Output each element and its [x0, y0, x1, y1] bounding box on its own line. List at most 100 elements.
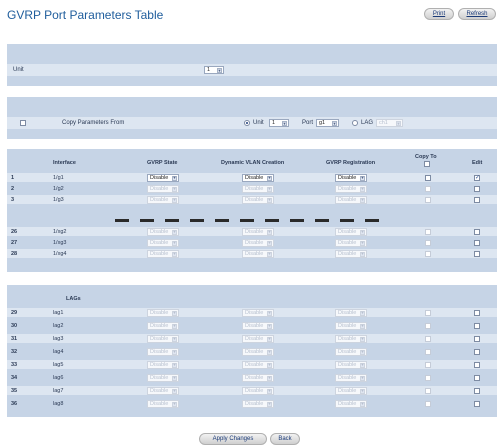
interface-name: 1/xg3	[53, 239, 67, 246]
copy-to-checkbox[interactable]	[425, 335, 431, 342]
gvrp-state-select[interactable]: Disable ▼	[147, 321, 179, 330]
gvrp-state-select[interactable]: Disable ▼	[147, 308, 179, 317]
dynamic-vlan-select[interactable]: Disable ▼	[242, 399, 274, 408]
dynamic-vlan-select[interactable]: Disable ▼	[242, 227, 274, 236]
dynamic-vlan-select[interactable]: Disable ▼	[242, 238, 274, 247]
dynamic-vlan-select-value: Disable	[245, 348, 264, 355]
gvrp-state-select[interactable]: Disable ▼	[147, 373, 179, 382]
gvrp-registration-select[interactable]: Disable ▼	[335, 308, 367, 317]
gvrp-registration-select[interactable]: Disable ▼	[335, 227, 367, 236]
back-button[interactable]: Back	[270, 433, 300, 445]
edit-checkbox[interactable]	[474, 309, 480, 316]
apply-changes-button[interactable]: Apply Changes	[199, 433, 267, 445]
dynamic-vlan-select[interactable]: Disable ▼	[242, 184, 274, 193]
dynamic-vlan-select[interactable]: Disable ▼	[242, 308, 274, 317]
copy-to-checkbox[interactable]	[425, 228, 431, 235]
edit-checkbox[interactable]	[474, 250, 480, 257]
gvrp-state-select-value: Disable	[150, 348, 169, 355]
dynamic-vlan-select-value: Disable	[245, 174, 264, 181]
interface-name: 1/g3	[53, 196, 64, 203]
gvrp-registration-select[interactable]: Disable ▼	[335, 360, 367, 369]
port-select[interactable]: g1 ▼	[316, 119, 339, 127]
gvrp-registration-select[interactable]: Disable ▼	[335, 334, 367, 343]
gvrp-registration-select[interactable]: Disable ▼	[335, 321, 367, 330]
chevron-down-icon: ▼	[172, 186, 177, 192]
edit-checkbox[interactable]	[474, 335, 480, 342]
dynamic-vlan-select[interactable]: Disable ▼	[242, 249, 274, 258]
dynamic-vlan-select[interactable]: Disable ▼	[242, 195, 274, 204]
gvrp-state-select[interactable]: Disable ▼	[147, 386, 179, 395]
print-button[interactable]: Print	[424, 8, 454, 20]
chevron-down-icon: ▼	[360, 336, 365, 342]
gvrp-state-select[interactable]: Disable ▼	[147, 360, 179, 369]
copy-to-checkbox[interactable]	[425, 174, 431, 181]
copy-unit-select[interactable]: 1 ▼	[269, 119, 289, 127]
edit-checkbox[interactable]	[474, 228, 480, 235]
dynamic-vlan-select[interactable]: Disable ▼	[242, 347, 274, 356]
dynamic-vlan-select[interactable]: Disable ▼	[242, 173, 274, 182]
unit-select[interactable]: 1 ▼	[204, 66, 224, 74]
chevron-down-icon: ▼	[172, 229, 177, 235]
edit-checkbox[interactable]	[474, 348, 480, 355]
edit-checkbox[interactable]	[474, 196, 480, 203]
copy-to-checkbox[interactable]	[425, 374, 431, 381]
gvrp-registration-select[interactable]: Disable ▼	[335, 184, 367, 193]
row-number: 2	[11, 185, 15, 192]
edit-checkbox[interactable]	[474, 239, 480, 246]
copy-to-checkbox[interactable]	[425, 250, 431, 257]
row-number: 3	[11, 196, 15, 203]
edit-checkbox[interactable]	[474, 400, 480, 407]
unit-radio[interactable]	[244, 120, 250, 126]
gvrp-registration-select[interactable]: Disable ▼	[335, 195, 367, 204]
gvrp-registration-select[interactable]: Disable ▼	[335, 386, 367, 395]
dynamic-vlan-select[interactable]: Disable ▼	[242, 334, 274, 343]
edit-checkbox[interactable]	[474, 374, 480, 381]
row-number: 30	[11, 322, 18, 329]
copy-to-checkbox[interactable]	[425, 322, 431, 329]
gvrp-state-select[interactable]: Disable ▼	[147, 399, 179, 408]
edit-checkbox[interactable]	[474, 387, 480, 394]
gvrp-state-select[interactable]: Disable ▼	[147, 238, 179, 247]
copy-to-checkbox[interactable]	[425, 196, 431, 203]
gvrp-state-select[interactable]: Disable ▼	[147, 334, 179, 343]
gvrp-state-select[interactable]: Disable ▼	[147, 347, 179, 356]
gvrp-registration-select[interactable]: Disable ▼	[335, 373, 367, 382]
chevron-down-icon: ▼	[172, 251, 177, 257]
gvrp-state-select[interactable]: Disable ▼	[147, 173, 179, 182]
copy-to-checkbox[interactable]	[425, 361, 431, 368]
copy-to-checkbox[interactable]	[425, 400, 431, 407]
gvrp-state-select[interactable]: Disable ▼	[147, 227, 179, 236]
copy-to-all-checkbox[interactable]	[424, 161, 430, 167]
dynamic-vlan-select-value: Disable	[245, 387, 264, 394]
dynamic-vlan-select[interactable]: Disable ▼	[242, 360, 274, 369]
unit-radio-label: Unit	[253, 120, 264, 126]
copy-to-checkbox[interactable]	[425, 185, 431, 192]
dynamic-vlan-select[interactable]: Disable ▼	[242, 321, 274, 330]
edit-checkbox[interactable]	[474, 174, 480, 181]
lag-radio[interactable]	[352, 120, 358, 126]
gvrp-state-select[interactable]: Disable ▼	[147, 184, 179, 193]
gvrp-registration-select[interactable]: Disable ▼	[335, 399, 367, 408]
gvrp-registration-select[interactable]: Disable ▼	[335, 249, 367, 258]
edit-checkbox[interactable]	[474, 185, 480, 192]
gvrp-registration-select[interactable]: Disable ▼	[335, 347, 367, 356]
gvrp-registration-select[interactable]: Disable ▼	[335, 238, 367, 247]
chevron-down-icon: ▼	[267, 336, 272, 342]
edit-checkbox[interactable]	[474, 361, 480, 368]
copy-params-checkbox[interactable]	[20, 120, 26, 126]
copy-panel: Copy Parameters From Unit 1 ▼ Port g1 ▼ …	[7, 97, 497, 139]
chevron-down-icon: ▼	[172, 401, 177, 407]
dynamic-vlan-select[interactable]: Disable ▼	[242, 386, 274, 395]
refresh-button[interactable]: Refresh	[458, 8, 496, 20]
dynamic-vlan-select[interactable]: Disable ▼	[242, 373, 274, 382]
copy-to-checkbox[interactable]	[425, 387, 431, 394]
gvrp-state-select[interactable]: Disable ▼	[147, 249, 179, 258]
edit-checkbox[interactable]	[474, 322, 480, 329]
copy-to-checkbox[interactable]	[425, 309, 431, 316]
lag-select[interactable]: ch1 ▼	[376, 119, 403, 127]
copy-to-checkbox[interactable]	[425, 348, 431, 355]
copy-to-checkbox[interactable]	[425, 239, 431, 246]
gvrp-registration-select[interactable]: Disable ▼	[335, 173, 367, 182]
gvrp-state-select[interactable]: Disable ▼	[147, 195, 179, 204]
gvrp-registration-select-value: Disable	[338, 239, 357, 246]
